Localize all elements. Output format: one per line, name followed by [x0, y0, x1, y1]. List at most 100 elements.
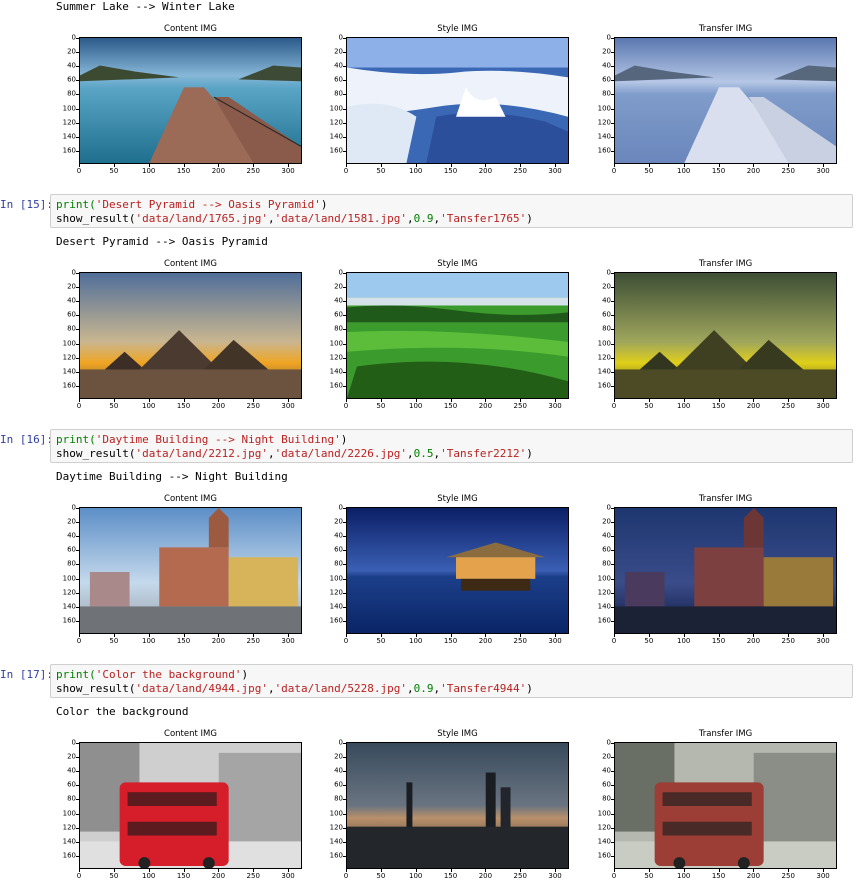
x-tick-mark	[823, 164, 825, 167]
x-tick-mark	[648, 869, 650, 872]
y-tick-label: 60	[67, 780, 76, 789]
x-tick-mark	[113, 869, 115, 872]
y-tick-label: 120	[329, 353, 343, 362]
y-tick-mark	[611, 287, 614, 289]
x-tick-label: 250	[246, 402, 260, 410]
y-tick-label: 60	[602, 310, 611, 319]
x-tick-label: 150	[176, 402, 191, 410]
code-token: 'Tansfer2212'	[440, 447, 527, 460]
x-tick-mark	[788, 869, 790, 872]
y-tick-mark	[611, 522, 614, 524]
y-tick-mark	[611, 122, 614, 124]
y-tick-label: 140	[329, 132, 343, 141]
x-tick-label: 0	[343, 402, 349, 410]
code-token: 0.9	[413, 212, 434, 225]
y-tick-mark	[76, 136, 79, 138]
y-tick-mark	[343, 80, 346, 82]
x-tick-mark	[614, 164, 615, 167]
y-tick-label: 160	[329, 851, 343, 860]
x-tick-mark	[683, 869, 685, 872]
x-tick-mark	[718, 634, 720, 637]
plot-title: Content IMG	[164, 494, 217, 504]
x-tick-label: 0	[76, 637, 82, 645]
x-tick-label: 50	[376, 637, 386, 645]
y-tick-mark	[611, 301, 614, 303]
x-tick-label: 300	[816, 872, 830, 880]
x-tick-label: 100	[142, 637, 156, 645]
y-tick-mark	[76, 606, 79, 608]
plot-image	[346, 272, 569, 399]
y-tick-mark	[611, 94, 614, 96]
x-tick-mark	[415, 634, 417, 637]
plot-image	[614, 272, 837, 399]
x-tick-mark	[648, 164, 650, 167]
y-tick-mark	[76, 743, 79, 744]
y-tick-label: 60	[334, 780, 343, 789]
x-tick-mark	[253, 869, 255, 872]
y-tick-mark	[611, 799, 614, 801]
y-tick-mark	[343, 813, 346, 815]
x-tick-mark	[520, 869, 522, 872]
x-tick-label: 250	[513, 637, 527, 645]
x-tick-mark	[346, 634, 347, 637]
y-tick-label: 160	[597, 616, 611, 625]
y-tick-mark	[76, 273, 79, 274]
x-tick-mark	[450, 869, 452, 872]
plot-title: Transfer IMG	[698, 729, 753, 739]
y-tick-label: 80	[334, 794, 343, 803]
y-tick-mark	[76, 785, 79, 787]
y-tick-label: 60	[334, 545, 343, 554]
y-tick-label: 160	[62, 381, 76, 390]
x-tick-mark	[788, 399, 790, 402]
code-cell[interactable]: print('Daytime Building --> Night Buildi…	[50, 429, 853, 463]
y-tick-label: 100	[329, 574, 343, 583]
code-cell[interactable]: print('Desert Pyramid --> Oasis Pyramid'…	[50, 194, 853, 228]
y-tick-mark	[76, 522, 79, 524]
x-tick-mark	[183, 164, 185, 167]
y-tick-label: 20	[602, 517, 611, 526]
y-tick-mark	[76, 315, 79, 317]
y-tick-label: 100	[597, 104, 611, 113]
code-token: 0.9	[413, 682, 434, 695]
y-tick-mark	[343, 536, 346, 538]
x-tick-label: 50	[644, 637, 654, 645]
y-tick-mark	[611, 315, 614, 317]
x-tick-mark	[183, 399, 185, 402]
y-tick-mark	[611, 150, 614, 152]
y-tick-label: 100	[62, 809, 76, 818]
x-tick-mark	[79, 869, 80, 872]
x-tick-mark	[346, 164, 347, 167]
x-tick-label: 250	[513, 167, 527, 175]
y-tick-label: 120	[62, 353, 76, 362]
y-tick-label: 140	[597, 132, 611, 141]
x-tick-label: 100	[142, 167, 156, 175]
y-tick-label: 120	[329, 118, 343, 127]
x-tick-mark	[450, 634, 452, 637]
x-tick-label: 100	[677, 167, 691, 175]
x-tick-mark	[555, 399, 557, 402]
x-tick-mark	[823, 634, 825, 637]
code-token: ,	[267, 682, 275, 695]
y-tick-label: 100	[329, 104, 343, 113]
y-tick-label: 100	[62, 104, 76, 113]
x-tick-label: 300	[548, 167, 562, 175]
y-tick-mark	[611, 785, 614, 787]
plot-title: Content IMG	[164, 259, 217, 269]
x-tick-label: 150	[711, 402, 726, 410]
x-tick-mark	[218, 634, 220, 637]
code-cell[interactable]: print('Color the background') show_resul…	[50, 664, 853, 698]
x-tick-label: 300	[816, 402, 830, 410]
plot-transfer-img: Transfer IMG 0 20 40 60 80 100 120 140 160 0 50 100…	[598, 24, 837, 175]
y-tick-label: 100	[62, 339, 76, 348]
x-tick-label: 150	[176, 167, 191, 175]
x-tick-label: 100	[409, 872, 423, 880]
y-tick-label: 60	[334, 310, 343, 319]
y-tick-label: 40	[602, 766, 611, 775]
y-tick-mark	[611, 564, 614, 566]
code-token: show_result(	[56, 682, 136, 695]
y-tick-mark	[76, 52, 79, 54]
y-tick-mark	[611, 52, 614, 54]
x-tick-mark	[218, 869, 220, 872]
y-tick-mark	[343, 799, 346, 801]
y-tick-label: 160	[597, 851, 611, 860]
